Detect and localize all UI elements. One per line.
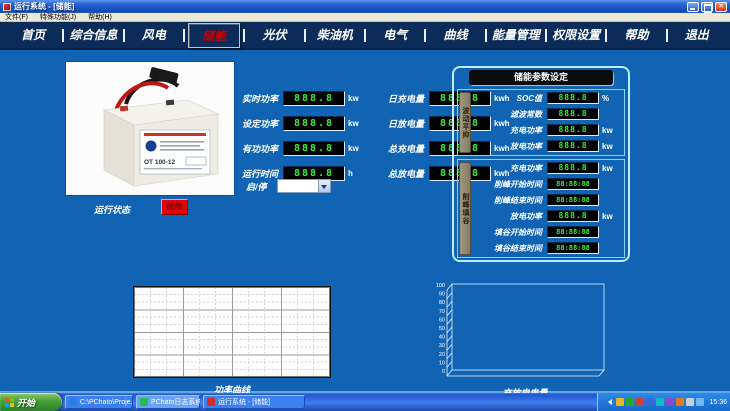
active-power-display: 888.8: [283, 141, 345, 156]
nav-item-exit[interactable]: 退出: [668, 26, 726, 44]
app-window: 运行系统 - [储能] 文件(F) 特殊功能(J) 帮助(H) 首页 综合信息 …: [0, 0, 730, 411]
nav-item-home[interactable]: 首页: [4, 26, 62, 44]
battery-model-label: OT 100-12: [144, 159, 175, 166]
svg-text:0: 0: [442, 369, 445, 375]
start-stop-dropdown[interactable]: [277, 179, 331, 193]
nav-item-help[interactable]: 帮助: [607, 26, 665, 44]
tray-icon[interactable]: [676, 398, 684, 406]
charge-discharge-axes: 100 90 80 70 60 50 40 30 20 10 0: [428, 280, 618, 382]
main-content: OT 100-12 运行状态 故障 实时功率 888.8 kw 日充电量 888…: [0, 50, 730, 393]
taskbar-clock: 15:36: [709, 399, 727, 406]
svg-text:20: 20: [439, 352, 445, 358]
soc-setting-display[interactable]: 888.8: [547, 92, 599, 104]
svg-text:90: 90: [439, 292, 445, 298]
nav-item-wind[interactable]: 风电: [125, 26, 183, 44]
menu-bar: 文件(F) 特殊功能(J) 帮助(H): [0, 13, 730, 22]
nav-item-overview[interactable]: 综合信息: [64, 26, 122, 44]
taskbar-task-run-system[interactable]: 运行系统 - [储能]: [203, 395, 305, 409]
taskbar-task-log-system[interactable]: PChato日志系统: [136, 395, 200, 409]
peak-end-time-display[interactable]: 88:88:88: [547, 194, 599, 206]
svg-text:50: 50: [439, 326, 445, 332]
tray-collapse-icon[interactable]: [605, 399, 612, 405]
svg-text:100: 100: [436, 283, 445, 289]
charge-discharge-chart: 100 90 80 70 60 50 40 30 20 10 0: [428, 280, 618, 382]
valley-end-time-display[interactable]: 88:88:88: [547, 242, 599, 254]
power-curve-chart: [133, 286, 331, 378]
valley-start-time-display[interactable]: 88:88:88: [547, 226, 599, 238]
nav-item-pv[interactable]: 光伏: [245, 26, 303, 44]
peak-charge-power-display[interactable]: 888.8: [547, 162, 599, 174]
battery-illustration: OT 100-12: [66, 62, 234, 195]
log-app-icon: [140, 398, 148, 406]
chevron-down-icon[interactable]: [318, 180, 330, 192]
set-power-display: 888.8: [283, 116, 345, 131]
menu-help[interactable]: 帮助(H): [88, 12, 112, 22]
folder-window-icon: [69, 398, 77, 406]
group-peak-shaving: 削峰填谷 充电功率888.8kw 削峰开始时间88:88:88 削峰结束时间88…: [457, 159, 625, 258]
system-tray: 15:36: [597, 393, 730, 411]
windows-logo-icon: [5, 398, 14, 407]
start-stop-row: 启/停: [246, 179, 331, 193]
filter-constant-display[interactable]: 888.8: [547, 108, 599, 120]
tray-icon[interactable]: [686, 398, 694, 406]
discharge-power-display[interactable]: 888.8: [547, 140, 599, 152]
nav-item-diesel[interactable]: 柴油机: [306, 26, 364, 44]
tray-icon[interactable]: [666, 398, 674, 406]
nav-item-electric[interactable]: 电气: [366, 26, 424, 44]
window-title: 运行系统 - [储能]: [14, 1, 687, 12]
app-icon: [3, 3, 11, 11]
run-system-app-icon: [207, 398, 215, 406]
tray-icon[interactable]: [696, 398, 704, 406]
start-stop-label: 启/停: [246, 180, 267, 193]
tray-icon[interactable]: [626, 398, 634, 406]
svg-text:80: 80: [439, 300, 445, 306]
settings-panel-title: 储能参数设定: [469, 70, 613, 85]
svg-text:60: 60: [439, 317, 445, 323]
nav-item-energy-mgmt[interactable]: 能量管理: [487, 26, 545, 44]
tray-icon[interactable]: [636, 398, 644, 406]
minimize-icon[interactable]: [687, 2, 699, 12]
taskbar: 开始 C:\PChato\Proje... PChato日志系统 运行系统 - …: [0, 393, 730, 411]
menu-special-functions[interactable]: 特殊功能(J): [40, 12, 76, 22]
power-curve-grid: [134, 287, 330, 377]
menu-file[interactable]: 文件(F): [5, 12, 28, 22]
svg-text:30: 30: [439, 343, 445, 349]
peak-start-time-display[interactable]: 88:88:88: [547, 178, 599, 190]
run-status-label: 运行状态: [94, 203, 130, 216]
nav-item-storage[interactable]: 储能: [185, 23, 243, 48]
charge-power-display[interactable]: 888.8: [547, 124, 599, 136]
group-side-button-peak-shaving[interactable]: 削峰填谷: [459, 162, 471, 255]
start-button[interactable]: 开始: [0, 393, 62, 411]
group-side-button-smoothing[interactable]: 波动平抑: [459, 92, 471, 153]
svg-text:40: 40: [439, 335, 445, 341]
nav-item-curves[interactable]: 曲线: [426, 26, 484, 44]
tray-icon[interactable]: [656, 398, 664, 406]
valley-discharge-power-display[interactable]: 888.8: [547, 210, 599, 222]
maximize-icon[interactable]: [701, 2, 713, 12]
svg-text:70: 70: [439, 309, 445, 315]
realtime-power-display: 888.8: [283, 91, 345, 106]
battery-image: OT 100-12: [66, 62, 234, 195]
nav-bar: 首页 综合信息 风电 储能 光伏 柴油机 电气 曲线 能量管理 权限设置 帮助 …: [0, 22, 730, 50]
dropdown-value: [278, 180, 318, 192]
tray-icon[interactable]: [616, 398, 624, 406]
window-titlebar: 运行系统 - [储能]: [0, 0, 730, 13]
tray-icon[interactable]: [646, 398, 654, 406]
close-icon[interactable]: [715, 2, 727, 12]
svg-text:10: 10: [439, 360, 445, 366]
status-badge: 故障: [161, 199, 188, 215]
taskbar-task-explorer[interactable]: C:\PChato\Proje...: [65, 395, 133, 409]
nav-item-permissions[interactable]: 权限设置: [547, 26, 605, 44]
storage-settings-panel: 储能参数设定 波动平抑 SOC值888.8% 滤波常数888.8 充电功率888…: [452, 66, 630, 262]
group-fluctuation-smoothing: 波动平抑 SOC值888.8% 滤波常数888.8 充电功率888.8kw 放电…: [457, 89, 625, 156]
